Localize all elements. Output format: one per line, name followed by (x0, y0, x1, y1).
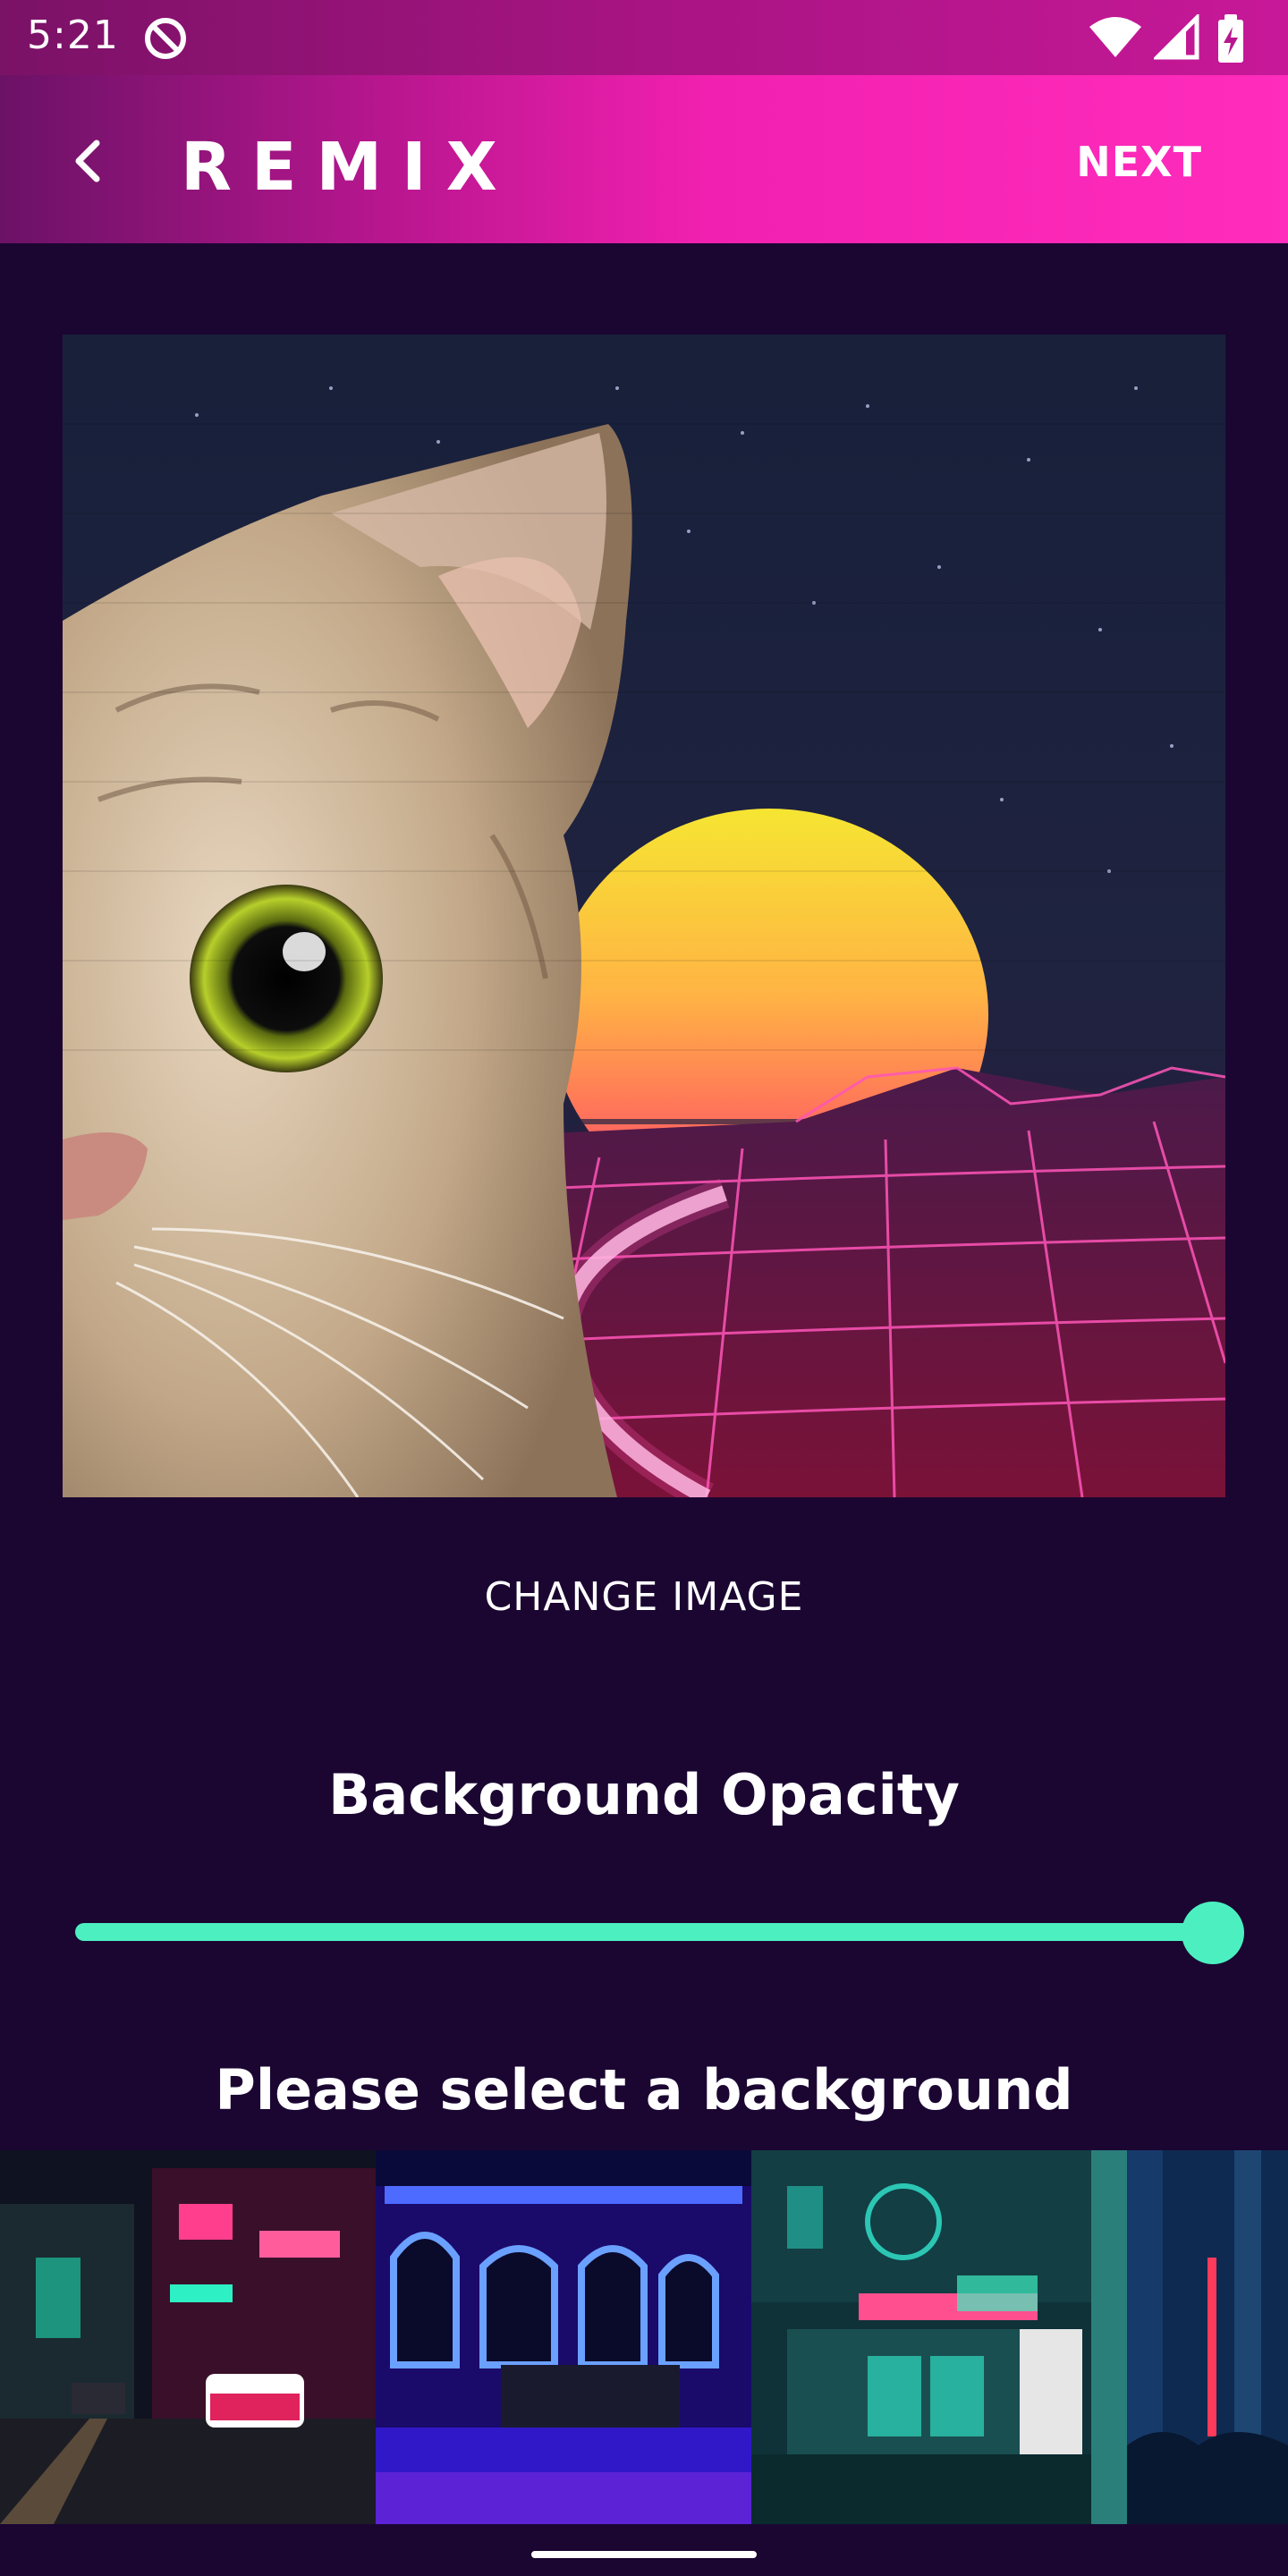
gesture-nav-handle[interactable] (531, 2551, 757, 2558)
back-button[interactable] (55, 127, 123, 195)
status-time: 5:21 (27, 13, 119, 58)
select-background-title: Please select a background (215, 2057, 1073, 2123)
opacity-title: Background Opacity (328, 1762, 960, 1827)
preview-image (63, 335, 1225, 1497)
slider-track[interactable] (75, 1923, 1213, 1941)
app-bar: REMIX NEXT (0, 75, 1288, 243)
back-arrow-icon (75, 140, 100, 182)
app-logo: REMIX (181, 129, 517, 206)
battery-charging-icon (1218, 14, 1243, 63)
next-button[interactable]: NEXT (1076, 138, 1202, 186)
at-sign-icon (143, 16, 188, 61)
opacity-slider[interactable] (75, 1896, 1244, 1968)
wifi-icon (1089, 17, 1141, 57)
change-image-button[interactable]: CHANGE IMAGE (0, 1574, 1288, 1620)
background-thumb-neon-street[interactable] (0, 2150, 376, 2524)
slider-thumb[interactable] (1182, 1902, 1244, 1964)
status-bar: 5:21 (0, 0, 1288, 75)
background-thumb-blue-building[interactable] (376, 2150, 751, 2524)
background-thumbnails[interactable] (0, 2150, 1288, 2524)
status-icons (1088, 14, 1267, 63)
background-thumb-teal-storefront[interactable] (751, 2150, 1127, 2524)
cell-signal-icon (1154, 14, 1199, 60)
background-thumb-blue-alley[interactable] (1127, 2150, 1288, 2524)
